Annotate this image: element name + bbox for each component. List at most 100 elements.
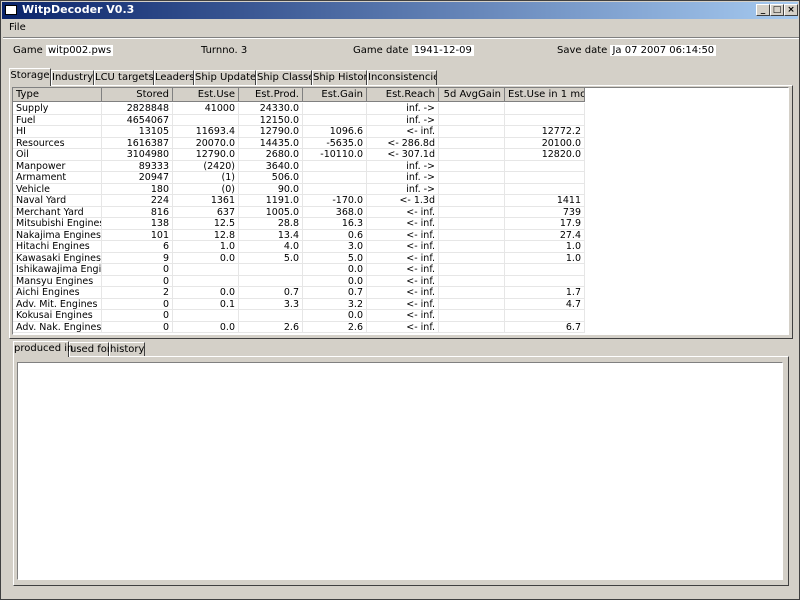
table-row[interactable]: Mitsubishi Engines 138 12.5 28.8 16.3 <- inf.… (13, 218, 585, 230)
detail-content-area[interactable] (17, 362, 783, 580)
cell-est-use-1mo (505, 103, 585, 114)
column-header-est-prod[interactable]: Est.Prod. (239, 88, 303, 102)
cell-est-prod: 24330.0 (239, 103, 303, 114)
table-row[interactable]: Hitachi Engines 6 1.0 4.0 3.0 <- inf. 1.0 (13, 241, 585, 253)
table-row[interactable]: Aichi Engines 2 0.0 0.7 0.7 <- inf. 1.7 (13, 287, 585, 299)
cell-est-reach: <- inf. (367, 241, 439, 252)
tab-ship-classes[interactable]: Ship Classes (256, 70, 312, 85)
cell-est-use-1mo (505, 310, 585, 321)
table-row[interactable]: Ishikawajima Engines0 0.0<- inf. (13, 264, 585, 276)
table-row[interactable]: Fuel 4654067 12150.0 inf. -> (13, 114, 585, 126)
cell-avg-gain (439, 160, 505, 172)
cell-avg-gain (439, 183, 505, 195)
column-header-type[interactable]: Type (13, 88, 102, 102)
table-row[interactable]: Merchant Yard 816 637 1005.0 368.0 <- inf. 739 (13, 206, 585, 218)
table-row[interactable]: HI 13105 11693.4 12790.0 1096.6 <- inf. 12772.… (13, 126, 585, 138)
table-row[interactable]: Adv. Mit. Engines 0 0.1 3.3 3.2 <- inf. 4.7 (13, 298, 585, 310)
cell-est-use-1mo: 6.7 (505, 321, 585, 333)
tab-leaders[interactable]: Leaders (154, 70, 194, 85)
table-row[interactable]: Kawasaki Engines 9 0.0 5.0 5.0 <- inf. 1.0 (13, 252, 585, 264)
cell-est-prod: 506.0 (239, 172, 303, 183)
table-row[interactable]: Naval Yard 224 1361 1191.0 -170.0 <- 1.3d 1411 (13, 195, 585, 207)
tab-storage[interactable]: Storage (9, 68, 51, 86)
tab-produced-in[interactable]: produced in (13, 341, 73, 357)
table-row[interactable]: Supply 2828848 41000 24330.0 inf. -> (13, 103, 585, 115)
cell-avg-gain (439, 218, 505, 229)
cell-est-gain: 3.2 (303, 298, 367, 310)
table-row[interactable]: Manpower 89333 (2420) 3640.0 inf. -> (13, 160, 585, 172)
cell-est-prod: 3640.0 (239, 160, 303, 172)
minimize-button[interactable]: _ (756, 4, 770, 16)
table-row[interactable]: Oil 3104980 12790.0 2680.0 -10110.0 <- 307.1d… (13, 149, 585, 161)
tab-history[interactable]: history (109, 342, 145, 357)
cell-est-use: 0.1 (173, 298, 239, 310)
tab-industry[interactable]: Industry (51, 70, 94, 85)
cell-est-prod: 2680.0 (239, 149, 303, 160)
storage-table[interactable]: Type Stored Est.Use Est.Prod. Est.Gain E… (12, 87, 789, 335)
table-row[interactable]: Kokusai Engines 0 0.0 <- inf. (13, 310, 585, 322)
cell-stored: 0 (102, 275, 173, 287)
cell-est-gain: 0.0 (303, 264, 367, 275)
cell-est-use: 41000 (173, 103, 239, 114)
table-header: Type Stored Est.Use Est.Prod. Est.Gain E… (13, 88, 788, 102)
close-button[interactable]: × (784, 4, 798, 16)
column-header-est-reach[interactable]: Est.Reach (367, 88, 439, 102)
column-header-est-use[interactable]: Est.Use (173, 88, 239, 102)
tab-lcu-targets[interactable]: LCU targets (94, 70, 154, 85)
game-date-field: Game date 1941-12-09 (353, 45, 474, 56)
cell-stored: 3104980 (102, 149, 173, 160)
cell-type: Naval Yard (13, 195, 102, 206)
cell-est-prod: 1005.0 (239, 206, 303, 218)
cell-avg-gain (439, 103, 505, 114)
cell-avg-gain (439, 298, 505, 310)
main-window: WitpDecoder V0.3 _ □ × File Game witp002… (0, 0, 800, 600)
cell-est-use-1mo: 4.7 (505, 298, 585, 310)
cell-est-reach: <- inf. (367, 321, 439, 333)
column-header-est-use-1mo[interactable]: Est.Use in 1 mo... (505, 88, 585, 102)
turn-field: Turnno. 3 (201, 45, 247, 56)
cell-est-use: (2420) (173, 160, 239, 172)
app-icon[interactable] (5, 5, 17, 15)
column-header-5d-avg-gain[interactable]: 5d AvgGain (439, 88, 505, 102)
cell-avg-gain (439, 114, 505, 126)
table-row[interactable]: Armament 20947 (1) 506.0 inf. -> (13, 172, 585, 184)
cell-est-reach: <- inf. (367, 252, 439, 264)
cell-avg-gain (439, 172, 505, 183)
tab-inconsistencies[interactable]: Inconsistencies (367, 70, 437, 85)
table-row[interactable]: Adv. Nak. Engines 0 0.0 2.6 2.6 <- inf. 6.7 (13, 321, 585, 333)
cell-est-use-1mo: 27.4 (505, 229, 585, 241)
cell-stored: 0 (102, 321, 173, 333)
table-row[interactable]: Vehicle 180 (0) 90.0 inf. -> (13, 183, 585, 195)
tab-used-for[interactable]: used for (69, 342, 111, 357)
cell-avg-gain (439, 195, 505, 206)
cell-est-prod: 2.6 (239, 321, 303, 333)
table-row[interactable]: Resources 1616387 20070.0 14435.0 -5635.0 <- … (13, 137, 585, 149)
cell-est-use: 0.0 (173, 321, 239, 333)
cell-est-reach: inf. -> (367, 114, 439, 126)
column-header-est-gain[interactable]: Est.Gain (303, 88, 367, 102)
tab-ship-updates[interactable]: Ship Updates (194, 70, 256, 85)
cell-est-use-1mo (505, 275, 585, 287)
cell-est-use (173, 114, 239, 126)
cell-type: Hitachi Engines (13, 241, 102, 252)
table-row[interactable]: Nakajima Engines 101 12.8 13.4 0.6 <- inf. 27.… (13, 229, 585, 241)
cell-est-prod (239, 310, 303, 321)
cell-type: Aichi Engines (13, 287, 102, 298)
cell-est-reach: <- inf. (367, 264, 439, 275)
cell-type: Ishikawajima Engines (13, 264, 102, 275)
cell-est-use-1mo (505, 160, 585, 172)
menu-bar: File (3, 20, 799, 36)
table-row[interactable]: Mansyu Engines 0 0.0 <- inf. (13, 275, 585, 287)
column-header-stored[interactable]: Stored (102, 88, 173, 102)
cell-est-gain: -5635.0 (303, 137, 367, 149)
cell-est-prod: 3.3 (239, 298, 303, 310)
title-bar[interactable]: WitpDecoder V0.3 _ □ × (2, 2, 798, 19)
cell-est-reach: <- inf. (367, 298, 439, 310)
window-title: WitpDecoder V0.3 (22, 3, 135, 16)
cell-est-use: 1361 (173, 195, 239, 206)
tab-ship-history[interactable]: Ship History (312, 70, 367, 85)
menu-file[interactable]: File (9, 22, 26, 33)
cell-est-use: 0.0 (173, 287, 239, 298)
cell-est-use-1mo: 1.0 (505, 252, 585, 264)
maximize-button[interactable]: □ (770, 4, 784, 16)
